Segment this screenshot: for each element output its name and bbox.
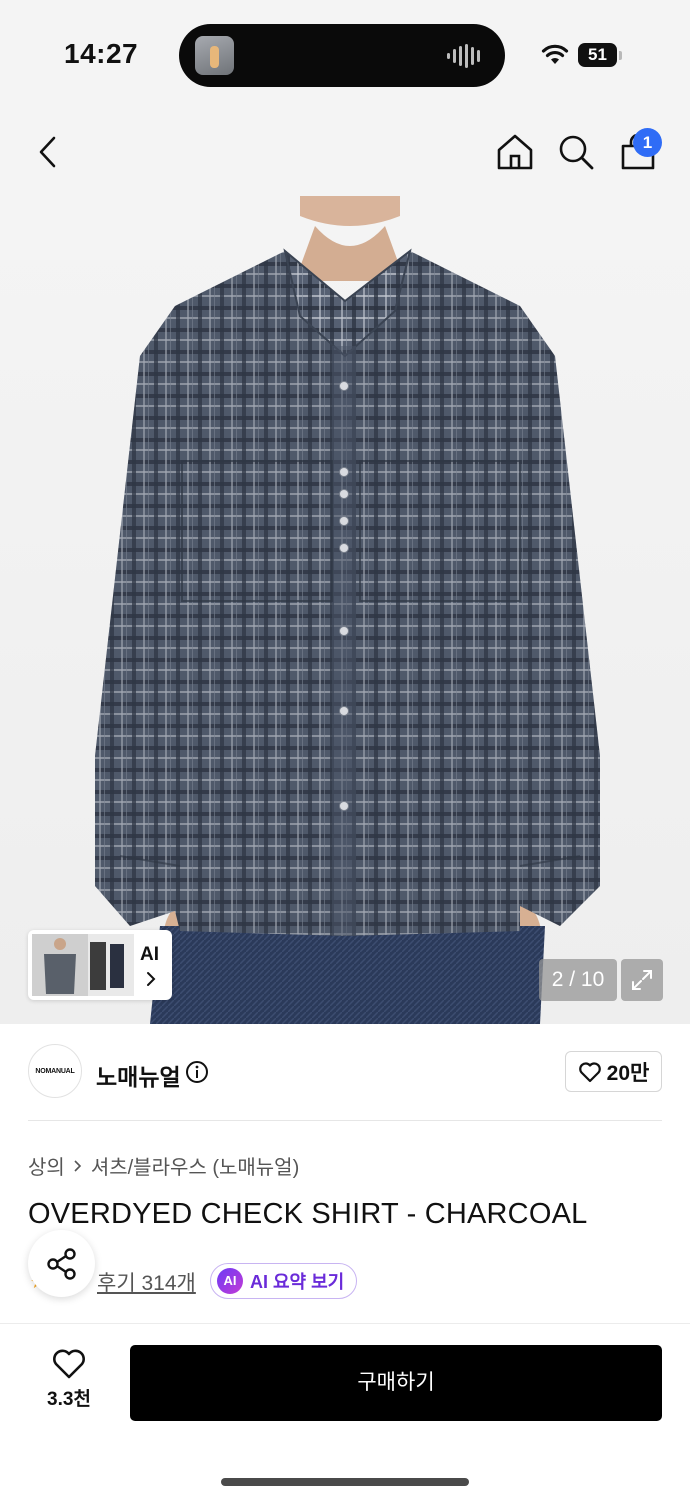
divider bbox=[28, 1120, 662, 1121]
bottom-bar-divider bbox=[0, 1323, 690, 1324]
home-indicator[interactable] bbox=[221, 1478, 469, 1486]
heart-icon bbox=[578, 1061, 601, 1082]
battery-tip bbox=[619, 51, 622, 60]
now-playing-thumbnail bbox=[195, 36, 234, 75]
wifi-icon bbox=[541, 44, 569, 64]
heart-icon bbox=[53, 1349, 85, 1379]
buy-button[interactable]: 구매하기 bbox=[130, 1345, 662, 1421]
share-button[interactable] bbox=[28, 1230, 95, 1297]
brand-logo[interactable]: NOMANUAL bbox=[28, 1044, 82, 1098]
wishlist-count: 3.3천 bbox=[47, 1389, 91, 1410]
chevron-right-icon bbox=[74, 1159, 81, 1172]
brand-name[interactable]: 노매뉴얼 bbox=[96, 1058, 181, 1092]
search-icon bbox=[559, 135, 594, 170]
breadcrumb: 상의 셔츠/블라우스 (노매뉴얼) bbox=[28, 1151, 299, 1180]
wishlist-button[interactable]: 3.3천 bbox=[34, 1348, 104, 1418]
info-icon[interactable] bbox=[185, 1060, 209, 1084]
breadcrumb-subcategory[interactable]: 셔츠/블라우스 (노매뉴얼) bbox=[91, 1151, 299, 1180]
status-bar: 14:27 51 bbox=[0, 0, 690, 110]
back-button[interactable] bbox=[24, 128, 72, 176]
back-icon bbox=[39, 136, 56, 168]
home-icon bbox=[497, 134, 533, 170]
brand-like-count: 20만 bbox=[606, 1061, 650, 1085]
expand-image-button[interactable] bbox=[621, 959, 663, 1001]
search-button[interactable] bbox=[552, 128, 600, 176]
product-title: OVERDYED CHECK SHIRT - CHARCOAL bbox=[28, 1198, 588, 1230]
status-time: 14:27 bbox=[64, 38, 139, 69]
ai-label: AI bbox=[140, 944, 159, 965]
image-counter: 2 / 10 bbox=[539, 959, 617, 1001]
ai-summary-label: AI 요약 보기 bbox=[250, 1272, 345, 1292]
dynamic-island bbox=[179, 24, 505, 87]
audio-wave-icon bbox=[447, 44, 480, 68]
home-button[interactable] bbox=[491, 128, 539, 176]
product-image[interactable] bbox=[0, 196, 690, 1024]
reviews-link[interactable]: 후기 314개 bbox=[97, 1267, 196, 1297]
breadcrumb-category[interactable]: 상의 bbox=[28, 1151, 65, 1180]
battery-indicator: 51 bbox=[578, 43, 617, 67]
ai-badge-icon: AI bbox=[217, 1268, 243, 1294]
shirt-photo bbox=[95, 196, 600, 1024]
expand-icon bbox=[632, 970, 652, 990]
similar-products-thumbnail bbox=[32, 934, 134, 996]
cart-count-badge: 1 bbox=[633, 128, 662, 157]
top-navigation bbox=[0, 110, 690, 196]
share-icon bbox=[46, 1247, 76, 1280]
ai-summary-button[interactable]: AI AI 요약 보기 bbox=[210, 1263, 358, 1299]
chevron-right-icon bbox=[147, 972, 156, 986]
brand-like-button[interactable]: 20만 bbox=[565, 1051, 662, 1092]
